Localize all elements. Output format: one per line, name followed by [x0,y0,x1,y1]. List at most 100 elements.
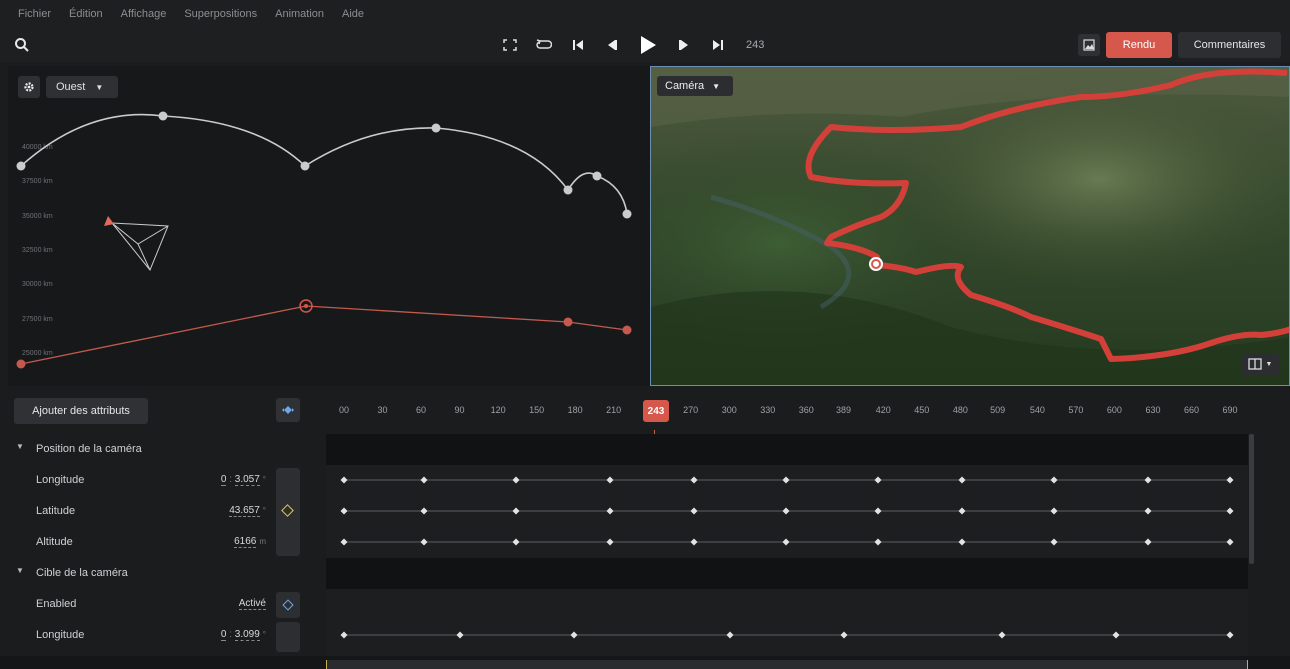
keyframe-diamond[interactable] [606,476,614,484]
keyframe-diamond[interactable] [782,507,790,515]
curve-plot-panel[interactable]: Ouest ▼ 40000 km 37500 km 35000 km 32500… [8,66,650,386]
target-keyframe[interactable] [16,359,26,369]
keyframe-diamond[interactable] [1050,507,1058,515]
chevron-down-icon: ▼ [712,81,721,91]
altitude-value[interactable]: 6166 m [234,536,266,548]
menu-edit[interactable]: Édition [69,8,103,20]
keyframe-diamond[interactable] [782,538,790,546]
play-icon[interactable] [636,35,660,55]
caret-down-icon[interactable]: ▼ [16,566,24,575]
keyframe-diamond[interactable] [998,631,1006,639]
keyframe-diamond[interactable] [874,507,882,515]
longitude-value[interactable]: 0 : 3.057 ° [220,474,266,486]
keyframe-diamond[interactable] [1144,538,1152,546]
skip-end-icon[interactable] [708,35,728,55]
keyframe-diamond[interactable] [1050,538,1058,546]
menu-file[interactable]: Fichier [18,8,51,20]
track-label: Enabled [36,598,77,610]
curve-keyframe[interactable] [431,123,441,133]
keyframe-diamond[interactable] [958,507,966,515]
keyframe-diamond[interactable] [690,538,698,546]
curve-keyframe[interactable] [158,111,168,121]
group-camera-position[interactable]: ▼ Position de la caméra [0,434,326,465]
keyframe-diamond[interactable] [420,476,428,484]
keyframe-toggle-target-longitude[interactable] [276,622,300,652]
keyframe-diamond[interactable] [726,631,734,639]
keyframe-diamond[interactable] [690,507,698,515]
map-viewport[interactable]: Caméra ▼ ▼ [650,66,1290,386]
search-icon[interactable] [14,37,30,53]
keyframe-diamond[interactable] [570,631,578,639]
latitude-value[interactable]: 43.657 ° [229,505,266,517]
curve-keyframe[interactable] [592,171,602,181]
keyframe-diamond[interactable] [782,476,790,484]
keyframe-diamond[interactable] [420,507,428,515]
target-longitude-value[interactable]: 0 : 3.099 ° [220,629,266,641]
keyframe-nav-icon[interactable] [276,398,300,422]
keyframe-diamond[interactable] [512,476,520,484]
menu-overlays[interactable]: Superpositions [184,8,257,20]
ruler-tick: 300 [721,405,737,415]
keyframe-diamond[interactable] [1050,476,1058,484]
ruler-tick: 60 [416,405,427,415]
group-camera-target[interactable]: ▼ Cible de la caméra [0,558,326,589]
menu-animation[interactable]: Animation [275,8,324,20]
playhead-frame-badge[interactable]: 243 [643,400,670,422]
keyframe-diamond-icon[interactable] [281,504,294,517]
curve-keyframe[interactable] [16,161,26,171]
keyframe-diamond[interactable] [958,538,966,546]
timeline-ruler[interactable]: 243 00 30 60 90 120 150 180 210 270 300 330 360 389 4… [330,390,1250,430]
keyframe-diamond[interactable] [1226,476,1234,484]
keyframe-diamond[interactable] [1112,631,1120,639]
keyframe-diamond[interactable] [340,476,348,484]
menu-view[interactable]: Affichage [121,8,167,20]
keyframe-toggle-enabled[interactable] [276,592,300,618]
target-keyframe[interactable] [622,325,632,335]
curve-keyframe[interactable] [300,161,310,171]
loop-icon[interactable] [534,35,554,55]
track-area[interactable] [326,434,1248,656]
keyframe-diamond[interactable] [512,538,520,546]
keyframe-diamond[interactable] [340,538,348,546]
keyframe-diamond[interactable] [340,507,348,515]
render-button[interactable]: Rendu [1106,32,1172,58]
menu-bar: Fichier Édition Affichage Superpositions… [0,0,1290,28]
image-icon[interactable] [1078,34,1100,56]
curve-keyframe[interactable] [563,185,573,195]
add-attributes-button[interactable]: Ajouter des attributs [14,398,148,424]
ruler-tick: 90 [454,405,465,415]
camera-select[interactable]: Caméra ▼ [657,76,733,96]
keyframe-diamond[interactable] [606,507,614,515]
keyframe-diamond[interactable] [420,538,428,546]
enabled-value[interactable]: Activé [238,598,266,610]
curve-keyframe[interactable] [622,209,632,219]
keyframe-diamond[interactable] [1226,538,1234,546]
keyframe-diamond[interactable] [958,476,966,484]
target-keyframe[interactable] [563,317,573,327]
keyframe-diamond-icon[interactable] [282,599,294,611]
group-label: Cible de la caméra [36,567,128,579]
keyframe-diamond[interactable] [1144,476,1152,484]
keyframe-diamond[interactable] [340,631,348,639]
layout-split-icon[interactable]: ▼ [1241,353,1279,375]
caret-down-icon[interactable]: ▼ [16,442,24,451]
keyframe-diamond[interactable] [606,538,614,546]
timeline-range-bar[interactable] [326,660,1248,669]
keyframe-diamond[interactable] [456,631,464,639]
comments-button[interactable]: Commentaires [1178,32,1281,58]
timeline-scrollbar[interactable] [1249,434,1254,564]
step-forward-icon[interactable] [674,35,694,55]
menu-help[interactable]: Aide [342,8,364,20]
keyframe-toggle-group[interactable] [276,468,300,556]
keyframe-diamond[interactable] [690,476,698,484]
keyframe-diamond[interactable] [874,476,882,484]
skip-start-icon[interactable] [568,35,588,55]
keyframe-diamond[interactable] [874,538,882,546]
keyframe-diamond[interactable] [1226,507,1234,515]
fullscreen-icon[interactable] [500,35,520,55]
step-back-icon[interactable] [602,35,622,55]
keyframe-diamond[interactable] [1226,631,1234,639]
keyframe-diamond[interactable] [1144,507,1152,515]
keyframe-diamond[interactable] [512,507,520,515]
keyframe-diamond[interactable] [840,631,848,639]
